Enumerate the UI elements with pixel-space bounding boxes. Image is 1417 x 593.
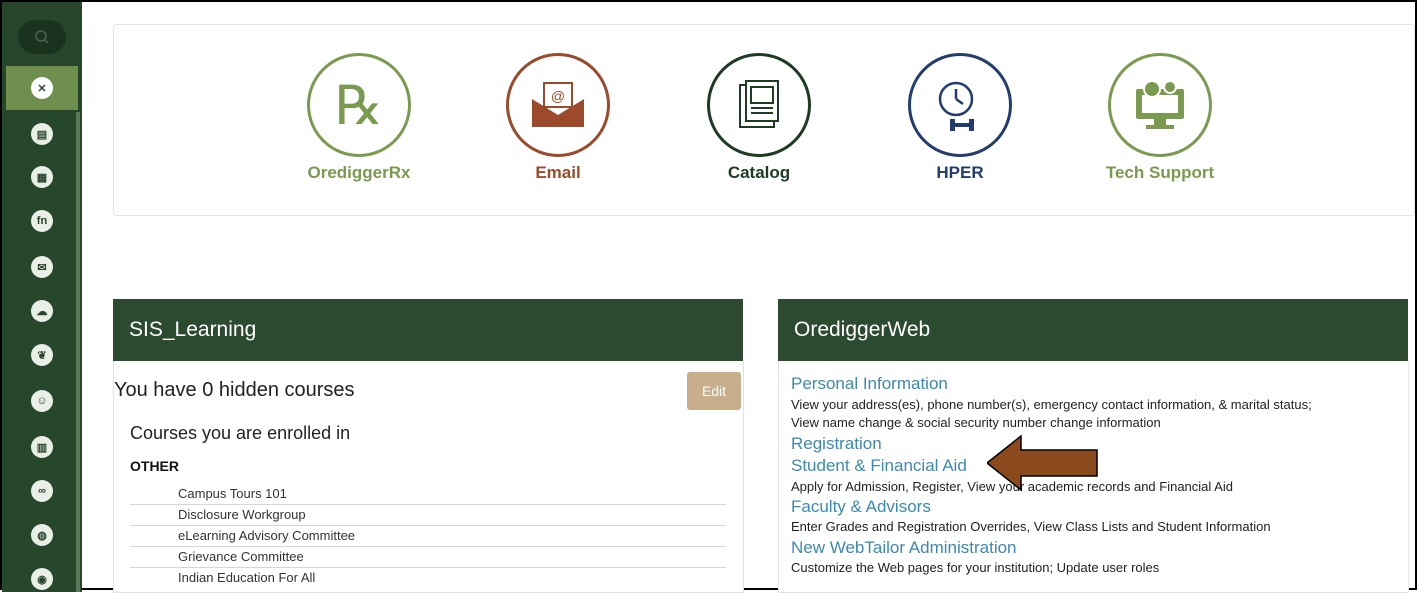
webtailor-admin-link[interactable]: New WebTailor Administration xyxy=(791,538,1017,558)
hidden-courses-text: You have 0 hidden courses xyxy=(114,379,355,401)
course-group-label: OTHER xyxy=(130,458,179,474)
quick-link-label: Email xyxy=(535,163,581,182)
circle-icon[interactable]: ◉ xyxy=(31,568,53,590)
quick-link-orediggerrx[interactable]: ℞ OrediggerRx xyxy=(284,53,434,183)
tools-icon[interactable]: ✕ xyxy=(31,77,53,99)
registration-link[interactable]: Registration xyxy=(791,434,882,454)
annotation-arrow-icon xyxy=(987,434,1098,492)
leaf-icon[interactable]: ❦ xyxy=(31,344,53,366)
panel-title: OrediggerWeb xyxy=(794,318,931,341)
globe-icon[interactable]: ◍ xyxy=(31,524,53,546)
rail-scrollbar[interactable] xyxy=(76,112,80,592)
quick-link-label: HPER xyxy=(936,163,984,182)
quick-link-label: OrediggerRx xyxy=(307,163,411,182)
edit-button[interactable]: Edit xyxy=(687,372,741,410)
student-financial-aid-link[interactable]: Student & Financial Aid xyxy=(791,456,967,476)
oredigger-web-header: OrediggerWeb xyxy=(778,299,1408,361)
quick-link-tech-support[interactable]: Tech Support xyxy=(1085,53,1235,183)
enrolled-heading: Courses you are enrolled in xyxy=(130,423,351,443)
person-icon[interactable]: ☺ xyxy=(31,390,53,412)
panel-title: SIS_Learning xyxy=(129,318,257,341)
svg-text:@: @ xyxy=(551,88,565,104)
building-icon[interactable]: ▥ xyxy=(31,436,53,458)
document-icon[interactable]: ▤ xyxy=(31,123,53,145)
rx-icon: ℞ xyxy=(307,53,411,157)
envelope-icon: @ xyxy=(506,53,610,157)
sis-learning-header: SIS_Learning xyxy=(113,299,743,361)
search-icon xyxy=(35,30,49,44)
fn-icon[interactable]: fn xyxy=(31,210,53,232)
course-item[interactable]: Indian Education For All xyxy=(130,568,726,589)
quick-link-label: Catalog xyxy=(727,163,791,182)
quick-link-email[interactable]: @ Email xyxy=(483,53,633,183)
personal-information-link[interactable]: Personal Information xyxy=(791,374,948,394)
grid-icon[interactable]: ▦ xyxy=(31,166,53,188)
quick-link-catalog[interactable]: Catalog xyxy=(684,53,834,183)
course-item[interactable]: eLearning Advisory Committee xyxy=(130,526,726,547)
mail-icon[interactable]: ✉ xyxy=(31,256,53,278)
left-nav-rail: ✕ ▤ ▦ fn ✉ ☁ ❦ ☺ ▥ ∞ ◍ ◉ xyxy=(2,2,82,592)
search-button[interactable] xyxy=(18,20,66,54)
link-icon[interactable]: ∞ xyxy=(31,480,53,502)
faculty-advisors-desc: Enter Grades and Registration Overrides,… xyxy=(791,519,1271,534)
course-item[interactable]: Grievance Committee xyxy=(130,547,726,568)
monitor-gear-icon xyxy=(1108,53,1212,157)
personal-information-desc-2: View name change & social security numbe… xyxy=(791,415,1161,430)
course-item[interactable]: Campus Tours 101 xyxy=(130,484,726,505)
webtailor-admin-desc: Customize the Web pages for your institu… xyxy=(791,560,1160,575)
cloud-icon[interactable]: ☁ xyxy=(31,300,53,322)
catalog-icon xyxy=(707,53,811,157)
personal-information-desc-1: View your address(es), phone number(s), … xyxy=(791,397,1312,412)
course-list: Campus Tours 101 Disclosure Workgroup eL… xyxy=(130,484,726,589)
quick-link-label: Tech Support xyxy=(1105,163,1215,182)
faculty-advisors-link[interactable]: Faculty & Advisors xyxy=(791,497,931,517)
course-item[interactable]: Disclosure Workgroup xyxy=(130,505,726,526)
quick-link-hper[interactable]: HPER xyxy=(885,53,1035,183)
clock-dumbbell-icon xyxy=(908,53,1012,157)
quick-links-card: ℞ OrediggerRx @ Email Catalog HPER Tech … xyxy=(113,24,1415,216)
